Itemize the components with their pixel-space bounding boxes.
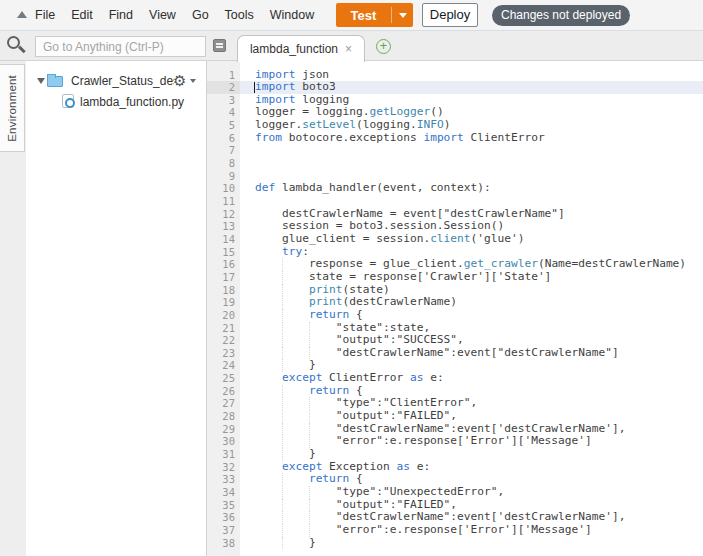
menu-view[interactable]: View	[141, 0, 184, 30]
gutter-line-number[interactable]: 32	[207, 461, 240, 474]
test-button-label: Test	[336, 8, 391, 23]
test-button[interactable]: Test	[336, 3, 413, 27]
new-tab-button[interactable]: +	[376, 39, 391, 54]
gutter-line-number[interactable]: 17	[207, 271, 240, 284]
gutter-line-number[interactable]: 29	[207, 423, 240, 436]
goto-anything-input[interactable]	[35, 36, 206, 57]
gutter-line-number[interactable]: 15	[207, 246, 240, 259]
menu-find[interactable]: Find	[101, 0, 141, 30]
gutter-line-number[interactable]: 30	[207, 435, 240, 448]
menu-go[interactable]: Go	[184, 0, 217, 30]
secondary-bar: lambda_function × +	[0, 31, 703, 61]
gutter-line-number[interactable]: 21	[207, 322, 240, 335]
gutter-line-number[interactable]: 5	[207, 119, 240, 132]
gutter-line-number[interactable]: 18	[207, 284, 240, 297]
tab-list-icon[interactable]	[213, 39, 226, 52]
folder-icon	[47, 76, 63, 87]
environment-panel-label: Environment	[6, 75, 18, 142]
gutter-line-number[interactable]: 27	[207, 397, 240, 410]
tab-label: lambda_function	[250, 42, 338, 56]
tab-lambda-function[interactable]: lambda_function ×	[237, 35, 365, 62]
gutter-line-number[interactable]: 33	[207, 473, 240, 486]
code-line[interactable]: from botocore.exceptions import ClientEr…	[240, 132, 703, 145]
gutter-line-number[interactable]: 25	[207, 372, 240, 385]
menu-window[interactable]: Window	[262, 0, 322, 30]
code-editor[interactable]: 1234567891011121314151617181920212223242…	[207, 61, 703, 556]
gutter-line-number[interactable]: 12	[207, 208, 240, 221]
tree-file-row[interactable]: lambda_function.py	[26, 93, 206, 111]
gutter-line-number[interactable]: 26	[207, 385, 240, 398]
gear-caret-icon	[190, 79, 196, 83]
deploy-button[interactable]: Deploy	[422, 3, 478, 27]
gutter-line-number[interactable]: 24	[207, 359, 240, 372]
gutter-line-number[interactable]: 36	[207, 511, 240, 524]
search-icon[interactable]	[7, 36, 20, 49]
cloud9-ide: FileEditFindViewGoToolsWindow Test Deplo…	[0, 0, 703, 556]
file-tree: Crawler_Status_des ⚙ lambda_function.py	[26, 61, 207, 556]
gutter-line-number[interactable]: 4	[207, 106, 240, 119]
main-body: Environment Crawler_Status_des ⚙ lambda_…	[0, 61, 703, 556]
gutter-line-number[interactable]: 23	[207, 347, 240, 360]
menu-edit[interactable]: Edit	[63, 0, 101, 30]
deploy-status-badge: Changes not deployed	[492, 5, 630, 26]
menu-tools[interactable]: Tools	[217, 0, 262, 30]
gutter-line-number[interactable]: 10	[207, 182, 240, 195]
tree-folder-row[interactable]: Crawler_Status_des ⚙	[26, 72, 206, 90]
indent-guide	[282, 537, 283, 550]
gutter-line-number[interactable]: 34	[207, 486, 240, 499]
menu-file[interactable]: File	[27, 0, 63, 30]
gutter-line-number[interactable]: 9	[207, 170, 240, 183]
gutter-line-number[interactable]: 11	[207, 195, 240, 208]
tree-settings-gear-icon[interactable]: ⚙	[173, 72, 186, 90]
caret-down-icon	[399, 13, 407, 18]
gutter-line-number[interactable]: 35	[207, 499, 240, 512]
gutter-line-number[interactable]: 28	[207, 410, 240, 423]
python-file-icon	[62, 94, 74, 108]
test-dropdown-button[interactable]	[392, 13, 413, 18]
code-line[interactable]: }	[240, 537, 703, 550]
gutter-line-number[interactable]: 31	[207, 448, 240, 461]
editor-gutter: 1234567891011121314151617181920212223242…	[207, 61, 240, 556]
text-cursor	[254, 82, 255, 94]
left-rail: Environment	[0, 61, 26, 556]
gutter-line-number[interactable]: 14	[207, 233, 240, 246]
code-line[interactable]	[240, 144, 703, 157]
tab-close-icon[interactable]: ×	[345, 43, 352, 55]
gutter-line-number[interactable]: 3	[207, 94, 240, 107]
folder-label: Crawler_Status_des	[71, 74, 174, 88]
gutter-line-number[interactable]: 8	[207, 157, 240, 170]
file-label: lambda_function.py	[80, 95, 184, 109]
folder-expand-caret-icon[interactable]	[37, 78, 45, 84]
gutter-line-number[interactable]: 6	[207, 132, 240, 145]
environment-panel-tab[interactable]: Environment	[0, 64, 25, 152]
gutter-line-number[interactable]: 2	[207, 81, 240, 94]
gutter-line-number[interactable]: 16	[207, 258, 240, 271]
gutter-line-number[interactable]: 1	[207, 69, 240, 82]
gutter-line-number[interactable]: 19	[207, 296, 240, 309]
code-line[interactable]	[240, 157, 703, 170]
editor-code-pane[interactable]: import jsonimport boto3import logginglog…	[240, 61, 703, 556]
gutter-line-number[interactable]: 38	[207, 537, 240, 550]
gutter-line-number[interactable]: 22	[207, 334, 240, 347]
gutter-line-number[interactable]: 37	[207, 524, 240, 537]
menu-items: FileEditFindViewGoToolsWindow	[27, 0, 322, 30]
code-line[interactable]: glue_client = session.client('glue')	[240, 233, 703, 246]
gutter-line-number[interactable]: 13	[207, 220, 240, 233]
collapse-menubar-icon[interactable]	[17, 11, 27, 18]
gutter-line-number[interactable]: 20	[207, 309, 240, 322]
gutter-line-number[interactable]: 7	[207, 144, 240, 157]
code-line[interactable]: def lambda_handler(event, context):	[240, 182, 703, 195]
menu-bar: FileEditFindViewGoToolsWindow Test Deplo…	[0, 0, 703, 31]
